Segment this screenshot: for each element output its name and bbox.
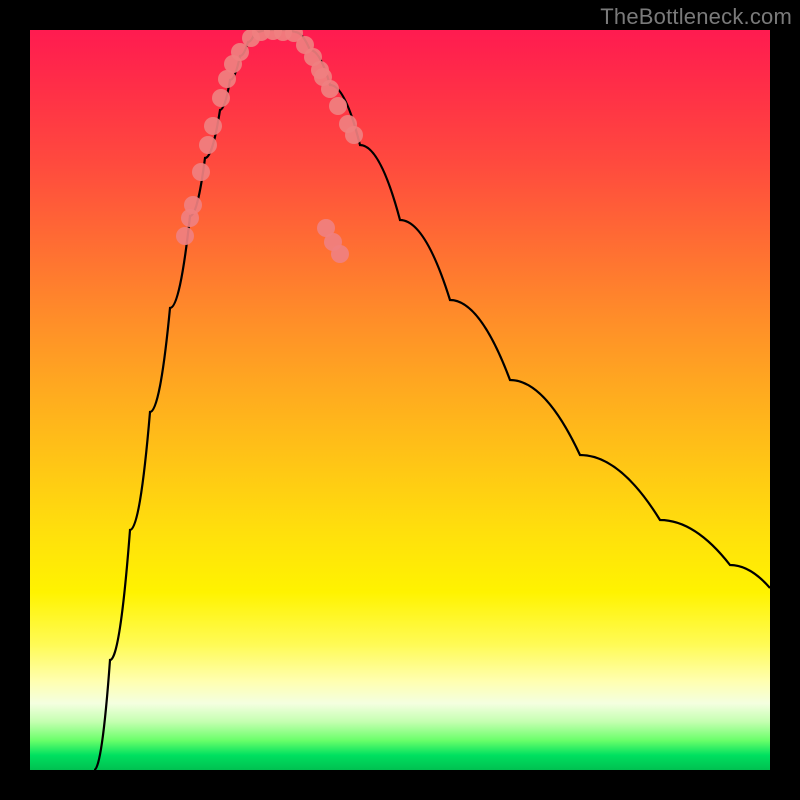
chart-svg: [30, 30, 770, 770]
curve-right: [295, 32, 770, 588]
marker-dot: [199, 136, 217, 154]
marker-dot: [192, 163, 210, 181]
marker-dot: [345, 126, 363, 144]
curve-left: [94, 32, 255, 770]
marker-dot: [231, 43, 249, 61]
curve-group: [94, 30, 770, 770]
watermark-text: TheBottleneck.com: [600, 4, 792, 30]
marker-dot: [176, 227, 194, 245]
marker-dot: [331, 245, 349, 263]
marker-dot: [329, 97, 347, 115]
chart-frame: [30, 30, 770, 770]
marker-dot: [204, 117, 222, 135]
marker-dot: [184, 196, 202, 214]
marker-dot: [212, 89, 230, 107]
marker-group: [176, 30, 363, 263]
marker-dot: [321, 80, 339, 98]
